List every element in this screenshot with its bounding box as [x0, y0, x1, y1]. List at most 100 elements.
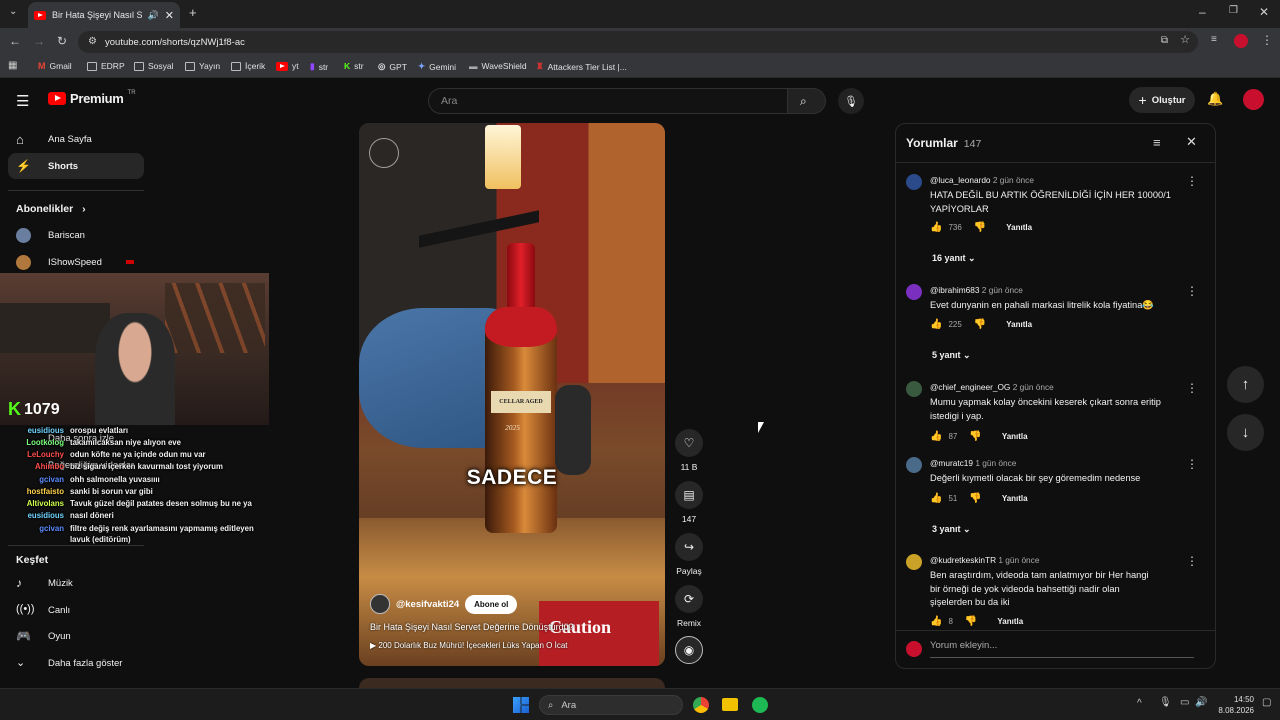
- sidebar-item-gaming[interactable]: 🎮 Oyun: [8, 623, 144, 649]
- volume-icon[interactable]: 🔊: [1195, 698, 1207, 708]
- replies-toggle[interactable]: 3 yanıt ⌄: [932, 524, 971, 535]
- subscribe-button[interactable]: Abone ol: [465, 594, 518, 614]
- sort-icon[interactable]: ≡: [1153, 135, 1161, 150]
- remix-button[interactable]: ⟳ Remix: [675, 585, 703, 628]
- replies-toggle[interactable]: 5 yanıt ⌄: [932, 350, 971, 361]
- sidebar-sub-ishowspeed[interactable]: IShowSpeed: [8, 249, 144, 275]
- tray-chevron-icon[interactable]: ^: [1137, 699, 1142, 709]
- channel-name[interactable]: @kesifvakti24: [396, 599, 459, 610]
- thumbs-down-icon[interactable]: 👎: [969, 431, 981, 442]
- windows-start-icon[interactable]: [513, 697, 529, 713]
- search-button[interactable]: ⌕: [788, 88, 826, 114]
- youtube-premium-logo[interactable]: Premium TR: [48, 90, 136, 106]
- thumbs-down-icon[interactable]: 👎: [974, 319, 986, 330]
- bookmark-yt[interactable]: yt: [276, 61, 299, 71]
- commenter-avatar[interactable]: [906, 381, 922, 397]
- reply-button[interactable]: Yanıtla: [1006, 223, 1032, 232]
- new-tab-icon[interactable]: +: [189, 6, 197, 19]
- notification-center-icon[interactable]: ▢: [1262, 698, 1271, 708]
- comment-more-icon[interactable]: ⋮: [1186, 381, 1198, 395]
- close-comments-icon[interactable]: ✕: [1186, 134, 1197, 150]
- window-close-icon[interactable]: ✕: [1259, 6, 1269, 18]
- add-comment-input[interactable]: Yorum ekleyin...: [930, 640, 1194, 658]
- media-control-icon[interactable]: ≡: [1211, 35, 1217, 45]
- bookmark-str-twitch[interactable]: ▮ str: [310, 61, 328, 72]
- tab-close-icon[interactable]: ✕: [165, 9, 174, 22]
- comment-more-icon[interactable]: ⋮: [1186, 284, 1198, 298]
- browser-tab[interactable]: Bir Hata Şişeyi Nasıl Servet 🔊 ✕: [28, 2, 180, 28]
- thumbs-up-icon[interactable]: 👍: [930, 616, 942, 627]
- like-button[interactable]: ♡ 11 B: [675, 429, 703, 472]
- bookmark-sosyal[interactable]: Sosyal: [134, 61, 174, 71]
- thumbs-up-icon[interactable]: 👍: [930, 222, 942, 233]
- sidebar-item-live[interactable]: ((•)) Canlı: [8, 597, 144, 623]
- microphone-tray-icon[interactable]: 🎙: [1159, 698, 1172, 708]
- voice-search-button[interactable]: 🎙: [838, 88, 864, 114]
- related-video-link[interactable]: ▶ 200 Dolarlık Buz Mührü! İçecekleri Lük…: [370, 641, 630, 650]
- clock[interactable]: 14:50 8.08.2026: [1216, 694, 1254, 716]
- extension-icon[interactable]: [1234, 34, 1248, 48]
- address-bar[interactable]: ⚙ youtube.com/shorts/qzNWj1f8-ac ⧉ ☆: [78, 31, 1198, 53]
- bookmark-attackers[interactable]: ♜ Attackers Tier List |...: [536, 61, 627, 72]
- sidebar-sub-bariscan[interactable]: Bariscan: [8, 222, 144, 248]
- thumbs-up-icon[interactable]: 👍: [930, 431, 942, 442]
- bookmark-star-icon[interactable]: ☆: [1180, 35, 1190, 46]
- audio-playing-icon[interactable]: 🔊: [148, 10, 159, 21]
- thumbs-up-icon[interactable]: 👍: [930, 493, 942, 504]
- previous-short-button[interactable]: ↑: [1227, 366, 1264, 403]
- commenter-avatar[interactable]: [906, 554, 922, 570]
- subscriptions-heading[interactable]: Abonelikler ›: [16, 203, 86, 215]
- reload-icon[interactable]: ↻: [57, 35, 67, 47]
- commenter-avatar[interactable]: [906, 457, 922, 473]
- tab-list-icon[interactable]: ⌄: [9, 7, 17, 17]
- browser-menu-icon[interactable]: ⋮: [1261, 34, 1273, 46]
- forward-icon[interactable]: →: [33, 35, 45, 47]
- next-short-button[interactable]: ↓: [1227, 414, 1264, 451]
- sidebar-item-shorts[interactable]: ⚡ Shorts: [8, 153, 144, 179]
- create-button[interactable]: + Oluştur: [1129, 87, 1195, 113]
- channel-avatar[interactable]: [370, 594, 390, 614]
- commenter-avatar[interactable]: [906, 174, 922, 190]
- minimize-icon[interactable]: –: [1199, 6, 1206, 18]
- hamburger-menu-icon[interactable]: ☰: [16, 92, 29, 110]
- chrome-taskbar-icon[interactable]: [693, 697, 709, 713]
- comment-more-icon[interactable]: ⋮: [1186, 174, 1198, 188]
- thumbs-up-icon[interactable]: 👍: [930, 319, 942, 330]
- thumbs-down-icon[interactable]: 👎: [969, 493, 981, 504]
- bookmark-str-kick[interactable]: Kstr: [344, 61, 364, 71]
- sidebar-show-more[interactable]: ⌄ Daha fazla göster: [8, 650, 144, 676]
- reply-button[interactable]: Yanıtla: [1006, 320, 1032, 329]
- reply-button[interactable]: Yanıtla: [1002, 494, 1028, 503]
- thumbs-down-icon[interactable]: 👎: [974, 222, 986, 233]
- commenter-avatar[interactable]: [906, 284, 922, 300]
- share-button[interactable]: ↪ Paylaş: [675, 533, 703, 576]
- apps-grid-icon[interactable]: ▦: [8, 61, 17, 71]
- maximize-icon[interactable]: ❐: [1229, 6, 1238, 16]
- spotify-icon[interactable]: [752, 697, 768, 713]
- short-video-player[interactable]: CELLAR AGED 2025 Caution SADECE @kesifva…: [359, 123, 665, 666]
- bookmark-icerik[interactable]: İçerik: [231, 61, 265, 71]
- replies-toggle[interactable]: 16 yanıt ⌄: [932, 253, 976, 264]
- taskbar-search[interactable]: ⌕ Ara: [539, 695, 683, 715]
- bookmark-yayin[interactable]: Yayın: [185, 61, 220, 71]
- sound-button[interactable]: ◉: [675, 636, 703, 669]
- reply-button[interactable]: Yanıtla: [1002, 432, 1028, 441]
- account-avatar[interactable]: [1243, 89, 1264, 110]
- comment-more-icon[interactable]: ⋮: [1186, 554, 1198, 568]
- bookmark-gpt[interactable]: ◎ GPT: [378, 61, 407, 72]
- reply-button[interactable]: Yanıtla: [997, 617, 1023, 626]
- bookmark-edrp[interactable]: EDRP: [87, 61, 125, 71]
- install-app-icon[interactable]: ⧉: [1161, 36, 1168, 46]
- sidebar-item-music[interactable]: ♪ Müzik: [8, 570, 144, 596]
- search-input[interactable]: Ara: [428, 88, 788, 114]
- comment-more-icon[interactable]: ⋮: [1186, 457, 1198, 471]
- network-icon[interactable]: ▭: [1180, 698, 1189, 708]
- notifications-bell-icon[interactable]: 🔔: [1207, 91, 1223, 107]
- back-icon[interactable]: ←: [9, 35, 21, 47]
- bookmark-gmail[interactable]: M Gmail: [38, 61, 72, 71]
- bookmark-gemini[interactable]: ✦ Gemini: [418, 61, 456, 72]
- file-explorer-icon[interactable]: [722, 698, 738, 711]
- sidebar-item-home[interactable]: ⌂ Ana Sayfa: [8, 126, 144, 152]
- bookmark-waveshield[interactable]: ▬ WaveShield: [469, 61, 527, 71]
- thumbs-down-icon[interactable]: 👎: [965, 616, 977, 627]
